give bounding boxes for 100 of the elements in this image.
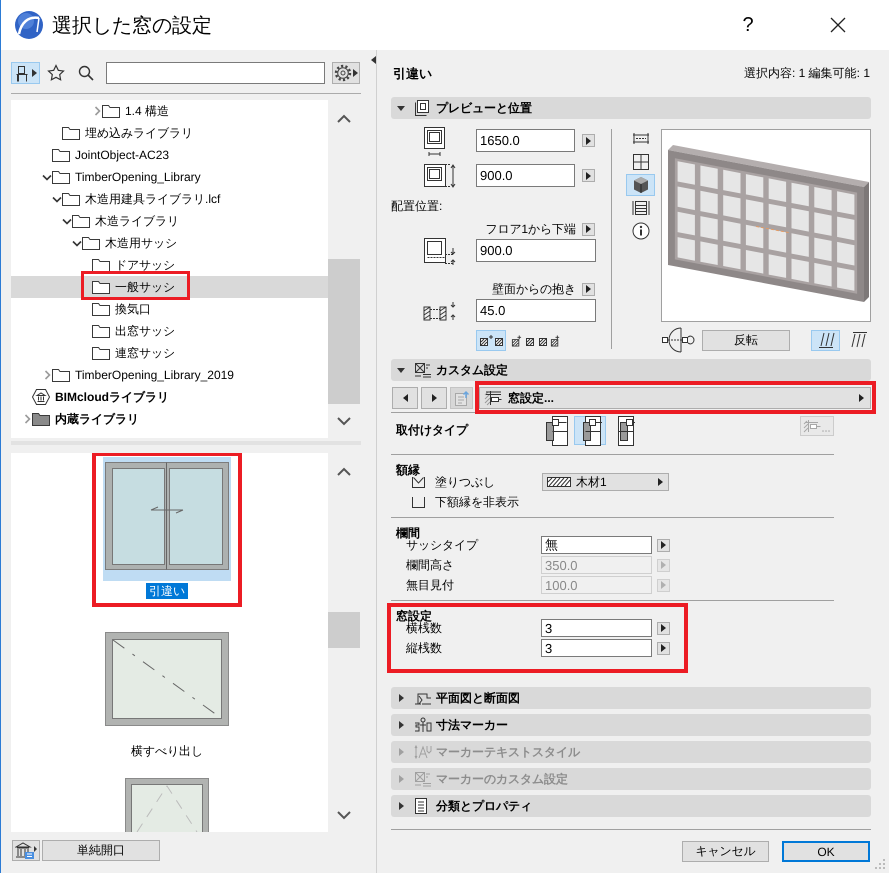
search-field[interactable] (106, 62, 325, 84)
reveal-option-button[interactable] (476, 330, 506, 351)
arrow-button[interactable] (582, 134, 595, 147)
chevron-down-icon[interactable] (337, 417, 351, 426)
folder-icon (52, 170, 70, 184)
mount-type-button[interactable] (574, 416, 606, 445)
close-icon (830, 17, 846, 33)
toolbar-button[interactable] (45, 62, 67, 84)
tree-item[interactable]: ドアサッシ (11, 254, 328, 276)
sliding-window-drawing[interactable] (103, 457, 231, 581)
library-button[interactable] (12, 840, 40, 861)
arrow-button[interactable] (582, 222, 595, 236)
chevron-up-icon[interactable] (337, 467, 351, 476)
caret-icon (859, 394, 864, 402)
caret-icon (32, 69, 36, 77)
view-mode-button[interactable] (626, 174, 655, 196)
mirror-button[interactable]: 反転 (702, 330, 790, 350)
tree-item[interactable]: 連窓サッシ (11, 342, 328, 364)
tree-item[interactable]: 出窓サッシ (11, 320, 328, 342)
help-button[interactable]: ? (725, 8, 771, 42)
tree-item[interactable]: 内蔵ライブラリ (11, 408, 328, 430)
material-dropdown[interactable]: 木材1 (542, 473, 669, 491)
window-frame-icon (414, 100, 430, 116)
slanted-bars-icon (816, 332, 834, 348)
folder-icon (62, 126, 80, 140)
tree-item[interactable]: 1.4 構造 (11, 100, 328, 122)
tree-item[interactable]: BIMcloudライブラリ (11, 386, 328, 408)
field-label: 取付けタイプ (396, 422, 470, 439)
checkbox[interactable] (412, 476, 425, 488)
caret-icon (397, 368, 405, 372)
tree-item[interactable]: 一般サッシ (11, 276, 328, 298)
section-header[interactable]: カスタム設定 (391, 359, 871, 381)
caret-icon (661, 541, 666, 549)
plain-opening-button[interactable]: 単純開口 (42, 840, 160, 861)
text-field[interactable]: 3 (541, 619, 652, 637)
folder-icon (52, 368, 70, 382)
dimension-marker-icon (414, 717, 432, 733)
folder-icon (102, 104, 120, 118)
tree-item[interactable]: 木造ライブラリ (11, 210, 328, 232)
wall-mount-icon (545, 416, 569, 446)
field-label: 縦桟数 (405, 640, 443, 656)
chevron-up-icon[interactable] (337, 114, 351, 123)
field-label: 欄間高さ (405, 556, 455, 574)
tree-item[interactable]: 木造用建具ライブラリ.lcf (11, 188, 328, 210)
field-label: 無目見付 (405, 576, 455, 594)
folder-icon (82, 236, 100, 250)
plan-section-icon (414, 691, 432, 705)
section-header[interactable]: 寸法マーカー (391, 714, 871, 736)
tree-item[interactable]: JointObject-AC23 (11, 144, 328, 166)
caret-right-icon (432, 394, 436, 402)
dialog-button[interactable]: キャンセル (682, 841, 769, 862)
tree-item[interactable]: 木造用サッシ (11, 232, 328, 254)
box-list-icon (414, 771, 432, 787)
checkbox-label: 下額縁を非表示 (435, 494, 519, 510)
arrow-button[interactable] (657, 622, 670, 634)
tree-item[interactable]: 換気口 (11, 298, 328, 320)
height-field[interactable]: 900.0 (476, 164, 575, 187)
caret-icon (586, 172, 591, 180)
arrow-button[interactable] (582, 282, 595, 296)
tree-item[interactable]: TimberOpening_Library (11, 166, 328, 188)
next-button[interactable] (421, 387, 447, 409)
hatch-frame-icon (484, 390, 502, 406)
arrow-button[interactable] (582, 169, 595, 182)
caret-left-icon (370, 56, 376, 64)
caret-icon (586, 225, 591, 233)
tree-item[interactable]: 埋め込みライブラリ (11, 122, 328, 144)
section-header[interactable]: プレビューと位置 (391, 97, 871, 119)
checkbox[interactable] (412, 496, 425, 508)
settings-button[interactable] (332, 62, 360, 84)
scrollbar-thumb[interactable] (328, 259, 360, 404)
thumbnail-label: 引違い (146, 583, 188, 599)
previous-button[interactable] (392, 387, 418, 409)
caret-icon (398, 748, 404, 756)
sill-height-field[interactable]: 900.0 (476, 239, 596, 262)
toolbar-button[interactable] (11, 62, 40, 84)
section-header[interactable]: 平面図と断面図 (391, 687, 871, 709)
arrow-button[interactable] (657, 538, 670, 552)
text-field[interactable]: 3 (541, 639, 652, 657)
field-label: 配置位置: (391, 199, 444, 213)
scrollbar-thumb[interactable] (328, 612, 360, 648)
caret-icon (398, 802, 404, 810)
arrow-button[interactable] (657, 642, 670, 654)
group-title: 欄間 (396, 526, 421, 540)
reveal-field[interactable]: 45.0 (476, 299, 596, 322)
width-field[interactable]: 1650.0 (476, 129, 575, 152)
folder-icon (62, 192, 80, 206)
caret-icon (658, 478, 663, 486)
dialog-button[interactable]: OK (782, 841, 870, 862)
tick-icon (413, 476, 424, 484)
chevron-down-icon[interactable] (337, 811, 351, 820)
tree-item[interactable]: TimberOpening_Library_2019 (11, 364, 328, 386)
window-drawing[interactable] (105, 632, 229, 726)
text-field[interactable]: 無 (541, 536, 652, 554)
folder-icon (92, 346, 110, 360)
wall-side-button[interactable] (811, 330, 840, 350)
frame-options-icon (803, 419, 831, 433)
folder-icon (32, 412, 50, 426)
page-dropdown[interactable]: 窓設定... (479, 387, 871, 409)
window-drawing[interactable] (125, 778, 209, 832)
section-header[interactable]: 分類とプロパティ (391, 795, 871, 817)
